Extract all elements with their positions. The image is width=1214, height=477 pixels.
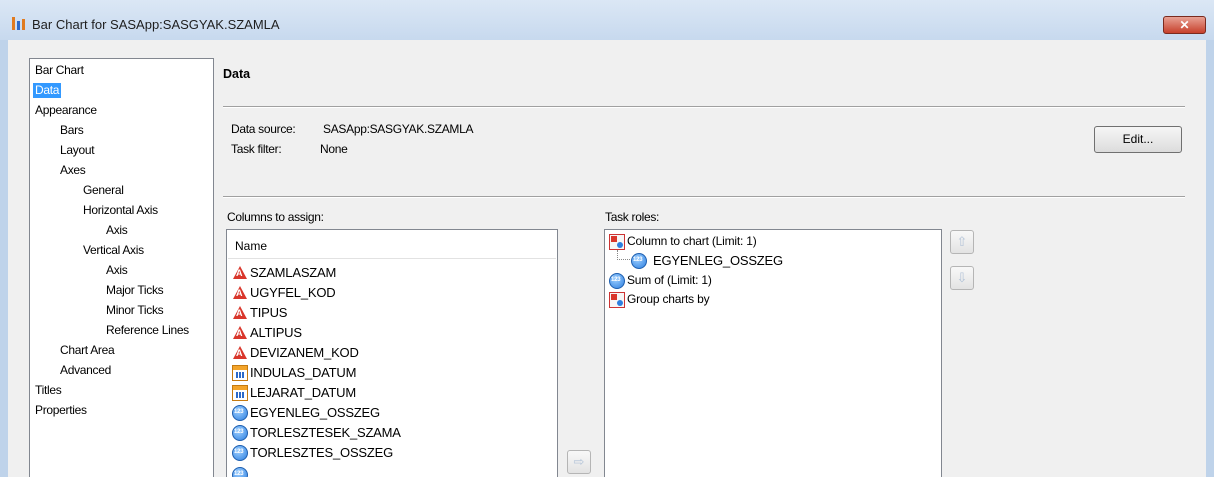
data-divider xyxy=(223,196,1185,198)
nav-item-general[interactable]: General xyxy=(83,183,124,198)
character-column-icon xyxy=(232,305,248,321)
edit-button[interactable]: Edit... xyxy=(1094,126,1182,153)
column-name: EGYENLEG_OSSZEG xyxy=(250,405,380,420)
nav-item-horizontal-axis[interactable]: Horizontal Axis xyxy=(83,203,158,218)
role-icon xyxy=(609,234,625,250)
nav-item-horizontal-axis-axis[interactable]: Axis xyxy=(106,223,128,238)
move-down-button[interactable]: ⇩ xyxy=(950,266,974,290)
column-name: SZAMLASZAM xyxy=(250,265,337,280)
column-name: UGYFEL_KOD xyxy=(250,285,336,300)
column-name: DEVIZANEM_KOD xyxy=(250,345,359,360)
name-column-header-label: Name xyxy=(235,239,268,253)
columns-to-assign-label: Columns to assign: xyxy=(227,210,324,224)
tree-connector xyxy=(617,250,630,260)
numeric-role-icon xyxy=(609,273,625,289)
title-bar: Bar Chart for SASApp:SASGYAK.SZAMLA ✕ xyxy=(0,0,1214,40)
dialog-client-area: Bar Chart Data Appearance Bars Layout Ax… xyxy=(8,40,1206,477)
data-source-label: Data source: xyxy=(231,122,296,136)
column-name: LEJARAT_DATUM xyxy=(250,385,356,400)
data-source-value: SASApp:SASGYAK.SZAMLA xyxy=(323,122,474,136)
nav-item-data[interactable]: Data xyxy=(33,83,62,98)
numeric-column-icon xyxy=(232,445,248,461)
nav-item-appearance[interactable]: Appearance xyxy=(35,103,97,118)
column-name: TORLESZTES_OSSZEG xyxy=(250,445,394,460)
task-filter-label: Task filter: xyxy=(231,142,282,156)
character-column-icon xyxy=(232,325,248,341)
character-column-icon xyxy=(232,265,248,281)
nav-item-axes[interactable]: Axes xyxy=(60,163,86,178)
task-roles-tree[interactable]: Column to chart (Limit: 1) EGYENLEG_OSSZ… xyxy=(604,229,942,477)
nav-item-advanced[interactable]: Advanced xyxy=(60,363,111,378)
name-column-header[interactable]: Name xyxy=(228,231,556,259)
column-name: TIPUS xyxy=(250,305,288,320)
nav-item-vertical-axis-axis[interactable]: Axis xyxy=(106,263,128,278)
numeric-column-icon xyxy=(232,467,248,477)
date-column-icon xyxy=(232,365,248,381)
header-divider xyxy=(223,106,1185,108)
close-button[interactable]: ✕ xyxy=(1163,16,1206,34)
section-title: Data xyxy=(223,67,251,81)
navigation-tree[interactable]: Bar Chart Data Appearance Bars Layout Ax… xyxy=(29,58,214,477)
assigned-column-name: EGYENLEG_OSSZEG xyxy=(653,253,783,268)
nav-item-layout[interactable]: Layout xyxy=(60,143,95,158)
move-up-button[interactable]: ⇧ xyxy=(950,230,974,254)
nav-item-minor-ticks[interactable]: Minor Ticks xyxy=(106,303,164,318)
role-label: Column to chart (Limit: 1) xyxy=(627,234,757,248)
column-name: ALTIPUS xyxy=(250,325,302,340)
bar-chart-icon xyxy=(12,17,26,30)
nav-item-properties[interactable]: Properties xyxy=(35,403,87,418)
nav-item-chart-area[interactable]: Chart Area xyxy=(60,343,115,358)
numeric-column-icon xyxy=(232,425,248,441)
assign-arrow-button[interactable]: ⇨ xyxy=(567,450,591,474)
nav-item-vertical-axis[interactable]: Vertical Axis xyxy=(83,243,144,258)
nav-item-bars[interactable]: Bars xyxy=(60,123,84,138)
task-filter-value: None xyxy=(320,142,348,156)
role-label: Sum of (Limit: 1) xyxy=(627,273,712,287)
columns-listbox[interactable]: Name SZAMLASZAM UGYFEL_KOD TIPUS ALTIPUS… xyxy=(226,229,558,477)
date-column-icon xyxy=(232,385,248,401)
nav-item-major-ticks[interactable]: Major Ticks xyxy=(106,283,164,298)
column-name: INDULAS_DATUM xyxy=(250,365,357,380)
nav-item-titles[interactable]: Titles xyxy=(35,383,62,398)
window-title: Bar Chart for SASApp:SASGYAK.SZAMLA xyxy=(32,17,280,32)
role-label: Group charts by xyxy=(627,292,710,306)
nav-item-bar-chart[interactable]: Bar Chart xyxy=(35,63,84,78)
nav-item-reference-lines[interactable]: Reference Lines xyxy=(106,323,189,338)
column-name: TORLESZTESEK_SZAMA xyxy=(250,425,401,440)
numeric-column-icon xyxy=(631,253,647,269)
numeric-column-icon xyxy=(232,405,248,421)
character-column-icon xyxy=(232,285,248,301)
role-icon xyxy=(609,292,625,308)
character-column-icon xyxy=(232,345,248,361)
task-roles-label: Task roles: xyxy=(605,210,660,224)
